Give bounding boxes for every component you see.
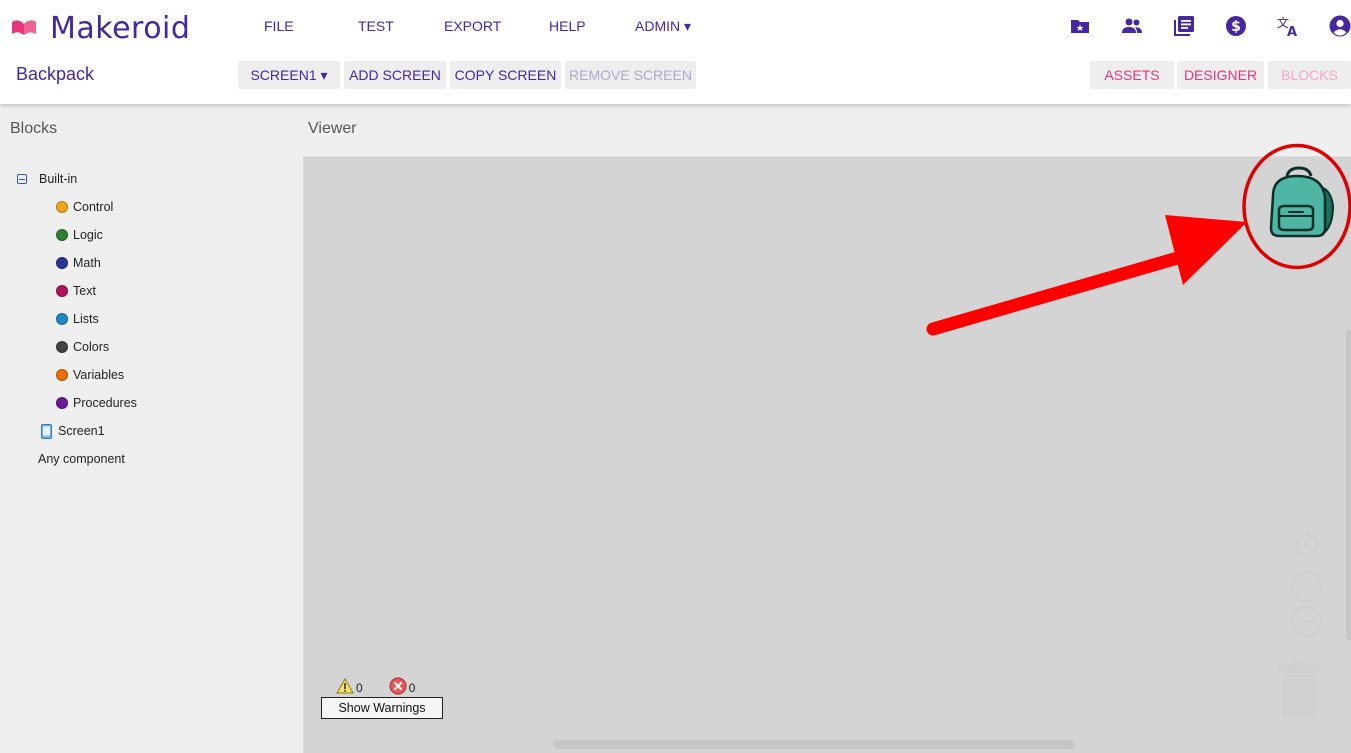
category-color-dot [56,229,68,241]
tree-any-component[interactable]: Any component [38,449,125,469]
menu-export[interactable]: EXPORT [444,18,501,34]
tree-builtin-label: Built-in [39,172,78,186]
zoom-in-button[interactable] [1291,571,1323,603]
blocks-workspace[interactable] [303,156,1351,753]
zoom-out-button[interactable] [1291,605,1323,637]
svg-text:A: A [1287,25,1297,38]
zoom-in-icon [1291,571,1323,603]
category-label: Text [73,284,96,298]
assets-button[interactable]: ASSETS [1090,61,1174,89]
category-procedures[interactable]: Procedures [56,393,137,413]
menu-admin[interactable]: ADMIN ▾ [635,18,691,35]
translate-icon[interactable]: 文A [1276,14,1300,38]
category-label: Logic [73,228,103,242]
blocks-button[interactable]: BLOCKS [1268,61,1351,89]
add-screen-button[interactable]: ADD SCREEN [344,61,446,89]
remove-screen-button[interactable]: REMOVE SCREEN [565,61,696,89]
category-label: Colors [73,340,110,354]
warnings-count: 0 [356,681,363,695]
category-lists[interactable]: Lists [56,309,99,329]
account-icon[interactable] [1328,14,1351,38]
errors-count: 0 [408,681,416,695]
blocks-panel-title: Blocks [10,120,58,137]
people-icon[interactable] [1120,14,1144,38]
top-bar: Makeroid FILE TEST EXPORT HELP ADMIN ▾ $… [0,0,1351,104]
copy-screen-button[interactable]: COPY SCREEN [450,61,561,89]
category-color-dot [56,397,68,409]
svg-text:$: $ [1231,19,1241,35]
target-icon [1293,531,1321,559]
category-variables[interactable]: Variables [56,365,124,385]
backpack-icon[interactable] [1265,166,1335,240]
menu-file[interactable]: FILE [264,18,294,34]
project-name: Backpack [16,64,95,84]
library-icon[interactable] [1172,14,1196,38]
dollar-icon[interactable]: $ [1224,14,1248,38]
category-label: Lists [73,312,99,326]
show-warnings-button[interactable]: Show Warnings [321,697,443,719]
screen-select-button[interactable]: SCREEN1 ▾ [238,61,340,89]
category-label: Procedures [73,396,137,410]
trash-icon [1279,661,1319,718]
tree-screen1-label: Screen1 [58,424,105,438]
error-icon [389,677,407,695]
category-text[interactable]: Text [56,281,96,301]
category-logic[interactable]: Logic [56,225,103,245]
category-color-dot [56,201,68,213]
category-color-dot [56,257,68,269]
category-control[interactable]: Control [56,197,113,217]
category-label: Math [73,256,101,270]
category-color-dot [56,369,68,381]
zoom-out-icon [1291,605,1323,637]
viewer-title: Viewer [308,120,357,137]
category-label: Variables [73,368,125,382]
app-name: Makeroid [50,10,191,46]
collapse-icon[interactable] [17,174,27,184]
gallery-icon[interactable] [1068,14,1092,38]
workspace-grid [304,157,1351,753]
designer-button[interactable]: DESIGNER [1177,61,1264,89]
trash-button[interactable] [1277,660,1321,720]
horizontal-scrollbar[interactable] [553,740,1075,749]
tree-screen1[interactable]: Screen1 [41,421,105,441]
tree-builtin[interactable]: Built-in [17,169,77,189]
category-math[interactable]: Math [56,253,101,273]
menu-help[interactable]: HELP [549,18,586,34]
menu-test[interactable]: TEST [358,18,394,34]
vertical-scrollbar[interactable] [1346,330,1351,640]
makeroid-logo-icon [12,20,36,35]
recenter-button[interactable] [1292,530,1322,560]
tree-any-component-label: Any component [38,452,125,466]
category-color-dot [56,285,68,297]
phone-icon [41,423,52,439]
category-color-dot [56,341,68,353]
category-label: Control [73,200,114,214]
app-logo[interactable]: Makeroid [10,10,190,46]
blocks-panel: Blocks Built-in Control Logic Math Text List… [0,104,302,753]
category-color-dot [56,313,68,325]
warning-icon [336,678,354,694]
category-colors[interactable]: Colors [56,337,109,357]
warnings-indicator: 0 0 [336,677,441,695]
